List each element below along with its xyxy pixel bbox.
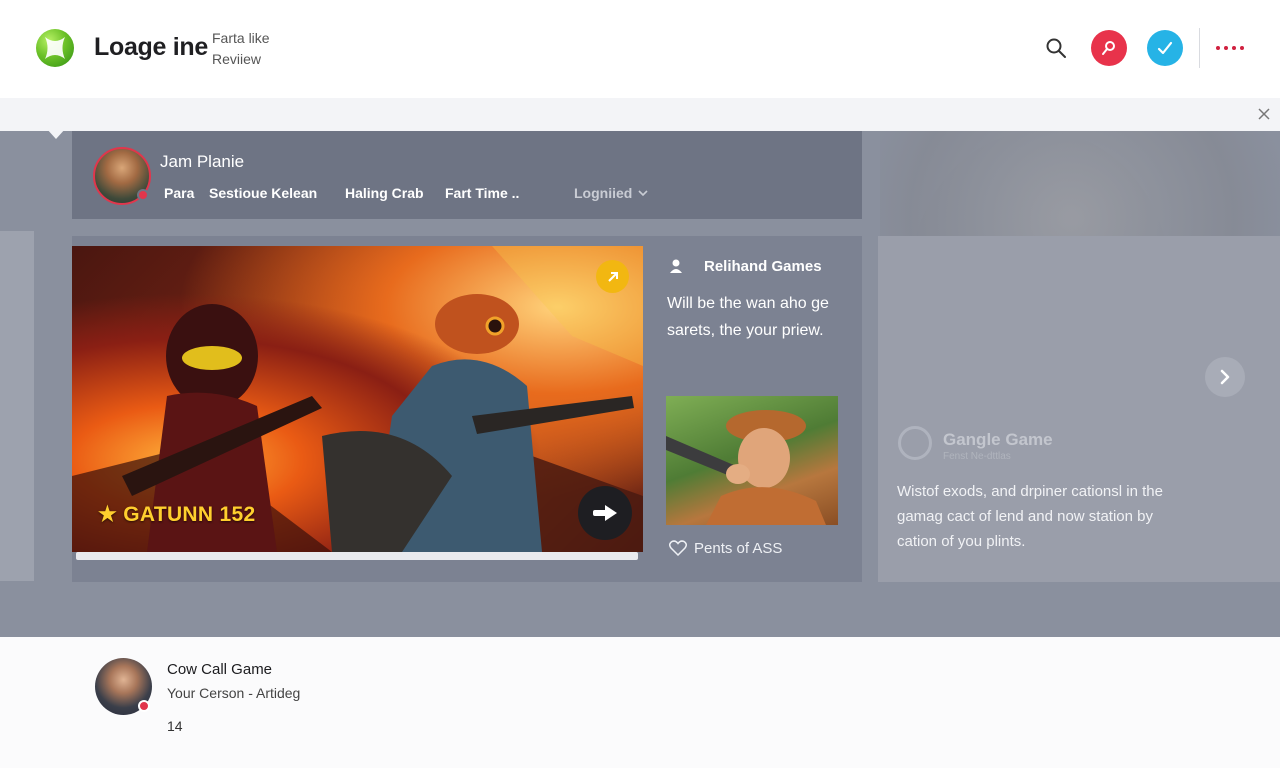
hero-title-text: GATUNN 152 — [123, 503, 256, 526]
online-status-dot — [137, 189, 149, 201]
header-divider — [1199, 28, 1200, 68]
side-game-title[interactable]: Gangle Game — [943, 430, 1053, 450]
status-dropdown[interactable]: Logniied — [574, 185, 648, 201]
more-dot-icon — [1232, 46, 1236, 50]
hero-share-button[interactable] — [596, 260, 629, 293]
strip-pointer — [46, 128, 66, 139]
side-game-subtitle: Fenst Ne-dttlas — [943, 451, 1011, 462]
previous-panel-edge — [0, 231, 34, 581]
chevron-down-icon — [638, 190, 648, 196]
profile-tab-3[interactable]: Haling Crab — [345, 185, 424, 201]
hero-title: ★ GATUNN 152 — [98, 502, 255, 527]
brand-subtitle-line-2: Reviiew — [212, 51, 262, 67]
star-icon: ★ — [98, 503, 118, 526]
brand-title[interactable]: Loage ine — [94, 33, 208, 62]
side-game-description: Wistof exods, and drpiner cationsl in th… — [897, 483, 1163, 550]
profile-tab-4[interactable]: Fart Time .. — [445, 185, 519, 201]
profile-bar — [72, 131, 862, 219]
hero-next-button[interactable] — [578, 486, 632, 540]
close-button[interactable] — [1254, 104, 1274, 124]
post-count: 14 — [167, 718, 183, 734]
key-icon — [1102, 41, 1115, 55]
game-thumbnail[interactable] — [666, 396, 838, 525]
like-label[interactable]: Pents of ASS — [694, 540, 782, 557]
heart-icon[interactable] — [668, 540, 688, 557]
carousel-next-button[interactable] — [1205, 357, 1245, 397]
brand-subtitle-line-1: Farta like — [212, 30, 270, 46]
hero-card-base — [76, 552, 638, 560]
thumbnail-artwork — [666, 410, 826, 525]
author-status-dot — [138, 700, 150, 712]
notice-strip — [0, 98, 1280, 131]
search-button[interactable] — [1038, 30, 1074, 66]
check-button[interactable] — [1147, 30, 1183, 66]
arrow-right-icon — [593, 505, 617, 521]
arrow-up-right-icon — [607, 271, 618, 282]
game-logo-icon — [898, 426, 932, 460]
post-title[interactable]: Cow Call Game — [167, 661, 272, 678]
profile-tab-2[interactable]: Sestioue Kelean — [209, 185, 317, 201]
check-icon — [1157, 41, 1173, 55]
key-button[interactable] — [1091, 30, 1127, 66]
profile-tab-1[interactable]: Para — [164, 185, 194, 201]
status-dropdown-label: Logniied — [574, 185, 633, 201]
xbox-logo-icon[interactable] — [36, 29, 74, 67]
publisher-description: Will be the wan aho ge sarets, the your … — [667, 295, 829, 339]
brand-subtitle: Farta like Reviiew — [212, 28, 270, 70]
more-dot-icon — [1216, 46, 1220, 50]
chevron-right-icon — [1220, 369, 1230, 385]
profile-name[interactable]: Jam Planie — [160, 152, 244, 172]
more-dot-icon — [1224, 46, 1228, 50]
more-dot-icon — [1240, 46, 1244, 50]
post-subtitle: Your Cerson - Artideg — [167, 685, 301, 701]
user-icon — [668, 258, 684, 274]
search-icon — [1046, 38, 1066, 58]
publisher-name[interactable]: Relihand Games — [704, 258, 822, 275]
more-options-button[interactable] — [1214, 38, 1246, 58]
close-icon — [1258, 108, 1270, 120]
